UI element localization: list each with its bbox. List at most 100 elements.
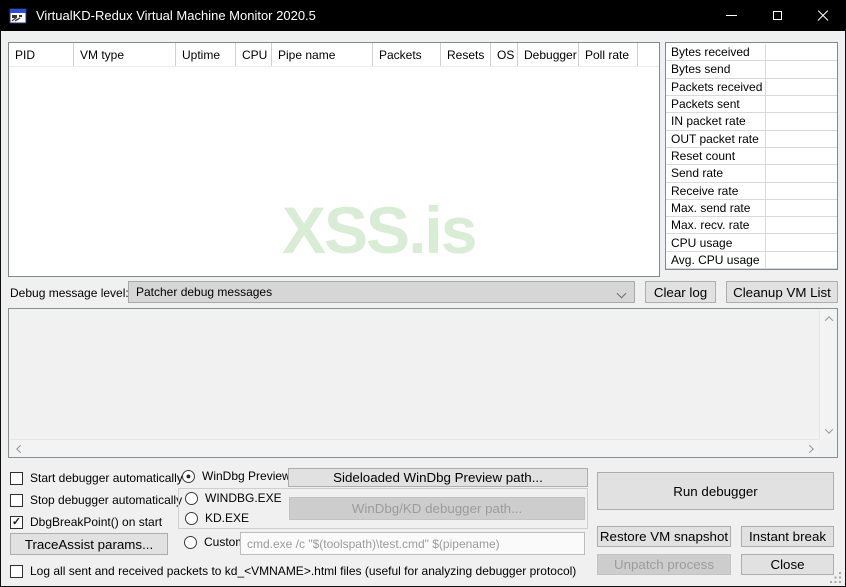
chevron-down-icon xyxy=(616,288,627,299)
scroll-up-button[interactable] xyxy=(820,310,837,327)
close-icon xyxy=(817,10,829,22)
stat-value xyxy=(766,113,837,129)
scroll-left-button[interactable] xyxy=(10,440,27,457)
clear-log-button[interactable]: Clear log xyxy=(645,281,716,303)
custom-command-input[interactable] xyxy=(240,532,585,555)
stat-label: CPU usage xyxy=(666,234,766,251)
vm-list-header: PID VM type Uptime CPU Pipe name Packets… xyxy=(9,43,659,67)
cleanup-vm-list-button[interactable]: Cleanup VM List xyxy=(726,281,838,303)
checkbox-start-debugger[interactable]: Start debugger automatically xyxy=(10,471,183,485)
virtualkd-window: { "window": { "title": "VirtualKD-Redux … xyxy=(0,0,846,587)
column-header-filler xyxy=(638,43,659,66)
chevron-left-icon xyxy=(15,444,25,453)
debug-level-label: Debug message level: xyxy=(10,286,129,300)
checkbox-checked-icon[interactable]: ✓ xyxy=(10,515,23,529)
stat-label: Receive rate xyxy=(666,182,766,199)
stat-label: IN packet rate xyxy=(666,113,766,130)
stat-value xyxy=(766,148,837,164)
stat-label: Bytes received xyxy=(666,44,766,61)
minimize-button[interactable] xyxy=(708,0,754,31)
checkbox-label: Start debugger automatically xyxy=(30,471,183,485)
run-debugger-button[interactable]: Run debugger xyxy=(597,472,834,510)
minimize-icon xyxy=(725,15,737,16)
radio-windbg-exe[interactable]: WINDBG.EXE xyxy=(185,491,282,505)
stat-label: Send rate xyxy=(666,165,766,182)
column-header-debugger[interactable]: Debugger xyxy=(518,43,579,66)
stat-label: OUT packet rate xyxy=(666,130,766,147)
watermark: XSS.is xyxy=(282,193,477,267)
stats-row: CPU usage xyxy=(666,234,837,252)
checkbox-label: DbgBreakPoint() on start xyxy=(30,515,163,529)
sideloaded-windbg-path-button[interactable]: Sideloaded WinDbg Preview path... xyxy=(288,468,588,487)
column-header-vm-type[interactable]: VM type xyxy=(74,43,176,66)
stat-value xyxy=(766,217,837,233)
stat-value xyxy=(766,200,837,216)
restore-vm-snapshot-button[interactable]: Restore VM snapshot xyxy=(597,526,731,547)
app-icon xyxy=(9,8,27,23)
radio-kd-exe[interactable]: KD.EXE xyxy=(185,511,249,525)
column-header-uptime[interactable]: Uptime xyxy=(176,43,236,66)
radio-label: WinDbg Preview xyxy=(202,469,291,483)
checkbox-icon[interactable] xyxy=(10,564,23,578)
radio-custom[interactable]: Custom: xyxy=(184,535,249,549)
radio-selected-icon[interactable]: ● xyxy=(182,469,195,483)
maximize-icon xyxy=(772,11,782,20)
checkbox-icon[interactable] xyxy=(10,471,23,485)
stats-row: Bytes send xyxy=(666,61,837,79)
debug-level-selected: Patcher debug messages xyxy=(136,285,273,299)
radio-label: KD.EXE xyxy=(205,511,250,525)
stats-row: Packets received xyxy=(666,78,837,96)
scroll-right-button[interactable] xyxy=(802,440,819,457)
stats-row: Packets sent xyxy=(666,95,837,114)
stat-label: Max. recv. rate xyxy=(666,217,766,234)
stat-value xyxy=(766,79,837,95)
radio-icon[interactable] xyxy=(185,511,198,525)
close-button[interactable]: Close xyxy=(741,554,834,575)
titlebar[interactable]: VirtualKD-Redux Virtual Machine Monitor … xyxy=(0,0,846,31)
stat-label: Bytes send xyxy=(666,61,766,78)
maximize-button[interactable] xyxy=(754,0,800,31)
windbg-kd-path-button: WinDbg/KD debugger path... xyxy=(289,497,585,520)
stat-value xyxy=(766,61,837,77)
stats-row: IN packet rate xyxy=(666,113,837,131)
debug-level-combobox[interactable]: Patcher debug messages xyxy=(128,281,635,303)
column-header-pipe-name[interactable]: Pipe name xyxy=(272,43,373,66)
column-header-resets[interactable]: Resets xyxy=(441,43,491,66)
stat-value xyxy=(766,234,837,250)
column-header-poll-rate[interactable]: Poll rate xyxy=(579,43,638,66)
stat-value xyxy=(766,165,837,181)
chevron-right-icon xyxy=(804,444,814,453)
stat-label: Reset count xyxy=(666,147,766,165)
checkbox-icon[interactable] xyxy=(10,493,23,507)
stat-label: Max. send rate xyxy=(666,199,766,217)
checkbox-log-packets[interactable]: Log all sent and received packets to kd_… xyxy=(10,564,576,578)
chevron-up-icon xyxy=(824,315,833,325)
radio-label: WINDBG.EXE xyxy=(205,491,282,505)
column-header-packets[interactable]: Packets xyxy=(373,43,441,66)
radio-windbg-preview[interactable]: ● WinDbg Preview xyxy=(182,469,291,483)
column-header-pid[interactable]: PID xyxy=(9,43,74,66)
window-title: VirtualKD-Redux Virtual Machine Monitor … xyxy=(36,8,316,23)
vertical-scrollbar[interactable] xyxy=(819,310,836,439)
checkbox-stop-debugger[interactable]: Stop debugger automatically xyxy=(10,493,182,507)
instant-break-button[interactable]: Instant break xyxy=(741,526,834,547)
log-output[interactable] xyxy=(8,308,838,458)
column-header-cpu[interactable]: CPU xyxy=(236,43,272,66)
stats-row: Max. recv. rate xyxy=(666,217,837,235)
stats-row: Send rate xyxy=(666,165,837,183)
stat-value xyxy=(766,131,837,147)
column-header-os[interactable]: OS xyxy=(491,43,518,66)
checkbox-dbgbreakpoint[interactable]: ✓ DbgBreakPoint() on start xyxy=(10,515,162,529)
close-window-button[interactable] xyxy=(800,0,846,31)
radio-icon[interactable] xyxy=(184,535,197,549)
stats-row: Avg. CPU usage xyxy=(666,251,837,270)
traceassist-params-button[interactable]: TraceAssist params... xyxy=(10,533,168,555)
horizontal-scrollbar[interactable] xyxy=(10,439,819,456)
chevron-down-icon xyxy=(824,424,833,434)
stat-label: Packets received xyxy=(666,78,766,95)
scroll-down-button[interactable] xyxy=(820,422,837,439)
radio-icon[interactable] xyxy=(185,491,198,505)
stats-row: Receive rate xyxy=(666,182,837,200)
stats-row: Max. send rate xyxy=(666,199,837,218)
resize-grip-icon[interactable] xyxy=(830,572,842,584)
